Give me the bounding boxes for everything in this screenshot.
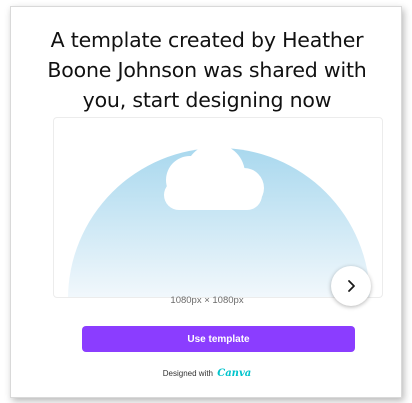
- page-title: A template created by Heather Boone John…: [25, 25, 389, 115]
- share-template-card: A template created by Heather Boone John…: [10, 6, 402, 398]
- template-preview[interactable]: [53, 117, 383, 298]
- preview-illustration: [68, 144, 370, 297]
- template-dimensions: 1080px × 1080px: [170, 295, 244, 306]
- title-line-3: you, start designing now: [82, 88, 332, 112]
- designed-with-footer: Designed with Canva: [11, 368, 403, 379]
- title-line-2: Boone Johnson was shared with: [47, 58, 367, 82]
- use-template-button[interactable]: Use template: [82, 326, 355, 352]
- chevron-right-icon: [348, 280, 355, 292]
- canva-logo[interactable]: Canva: [217, 368, 251, 379]
- title-line-1: A template created by Heather: [50, 28, 364, 52]
- designed-with-label: Designed with: [162, 369, 213, 378]
